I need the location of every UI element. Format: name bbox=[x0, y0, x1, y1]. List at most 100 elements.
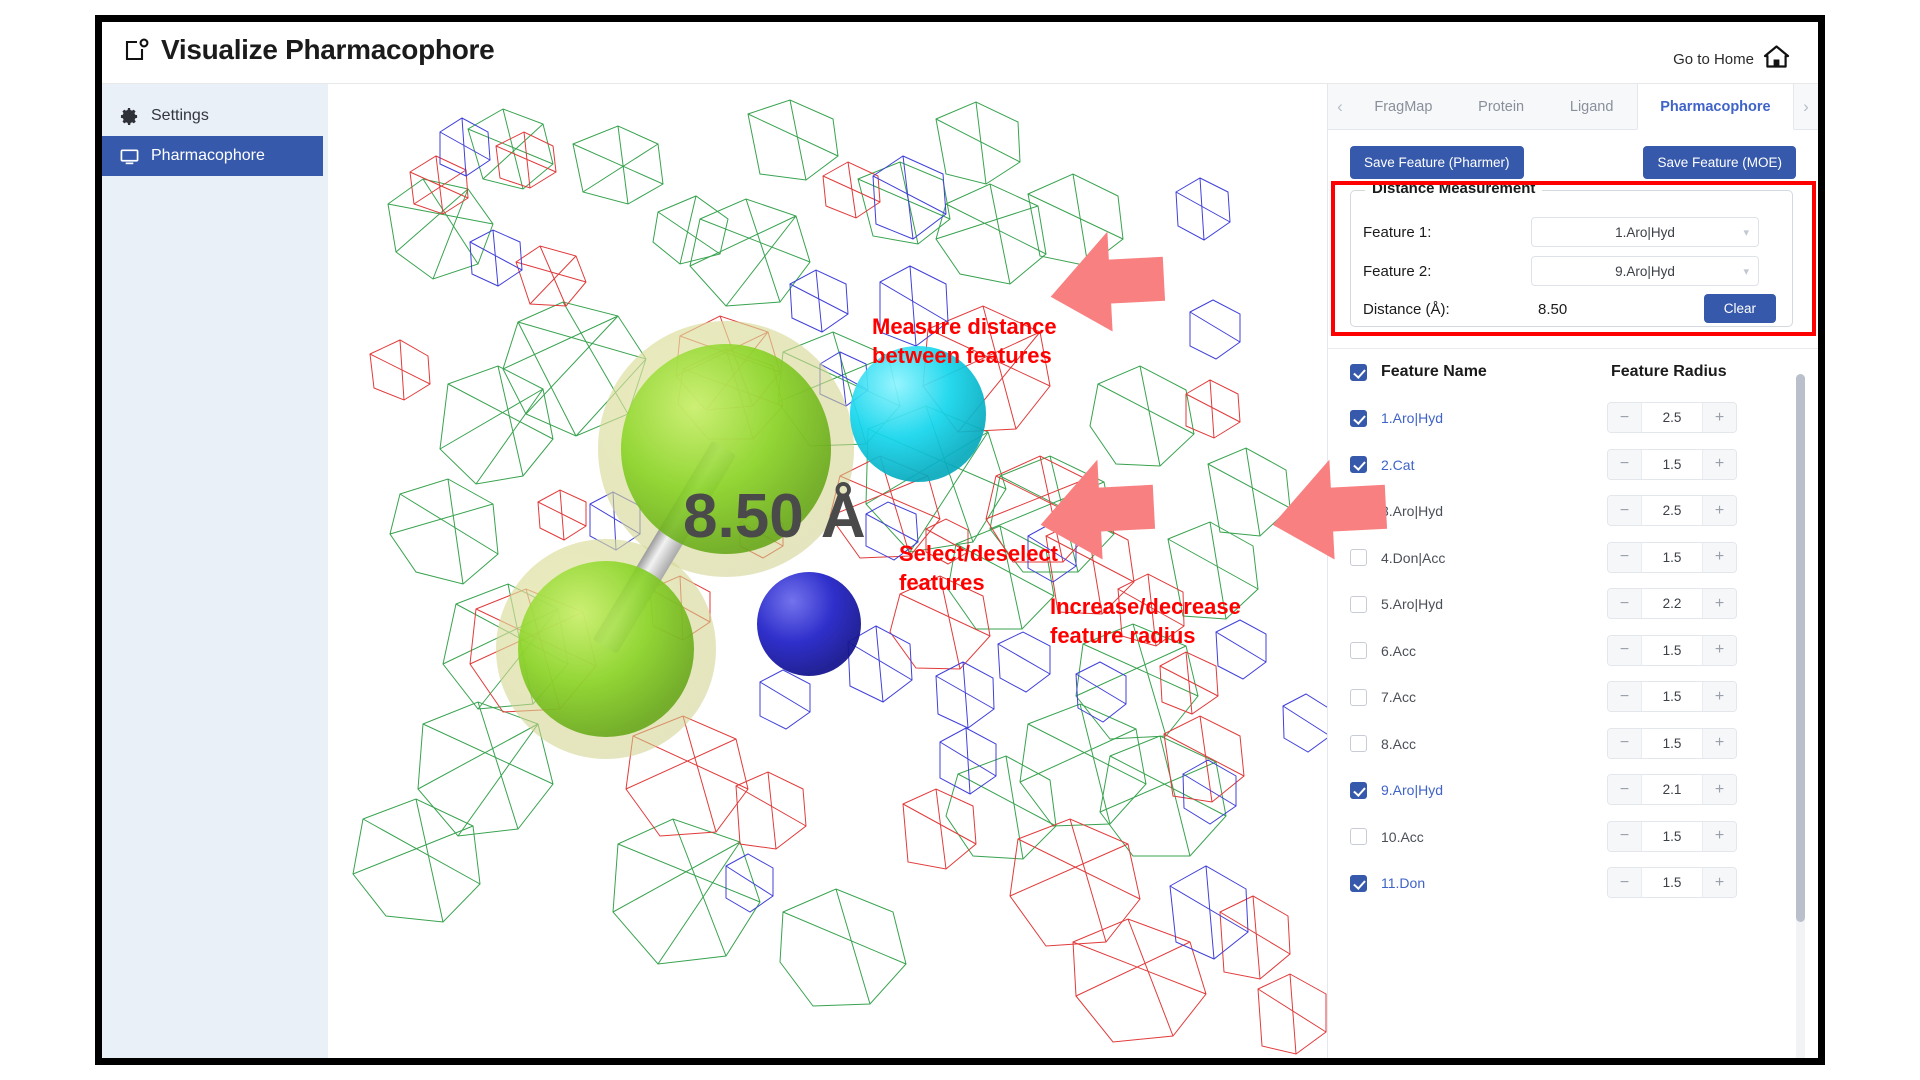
tab-ligand[interactable]: Ligand bbox=[1548, 84, 1637, 129]
save-feature-pharmer-button[interactable]: Save Feature (Pharmer) bbox=[1350, 146, 1524, 179]
feature2-value: 9.Aro|Hyd bbox=[1615, 263, 1675, 279]
radius-value[interactable]: 2.5 bbox=[1642, 403, 1702, 432]
feature-radius-stepper: −1.5 + bbox=[1607, 727, 1737, 759]
tab-fragmap[interactable]: FragMap bbox=[1352, 84, 1456, 129]
feature2-select[interactable]: 9.Aro|Hyd ▾ bbox=[1531, 256, 1759, 286]
radius-value[interactable]: 2.2 bbox=[1642, 589, 1702, 618]
radius-value[interactable]: 2.5 bbox=[1642, 496, 1702, 525]
go-to-home-label: Go to Home bbox=[1673, 50, 1754, 68]
save-buttons-row: Save Feature (Pharmer) Save Feature (MOE… bbox=[1328, 130, 1818, 187]
chevron-right-icon[interactable]: › bbox=[1794, 84, 1818, 129]
feature-row: 11.Don −1.5 + bbox=[1328, 860, 1818, 907]
radius-decrease-button[interactable]: − bbox=[1608, 496, 1642, 525]
radius-value[interactable]: 1.5 bbox=[1642, 542, 1702, 572]
radius-value[interactable]: 1.5 bbox=[1642, 868, 1702, 897]
feature1-select[interactable]: 1.Aro|Hyd ▾ bbox=[1531, 217, 1759, 247]
feature-checkbox[interactable] bbox=[1350, 874, 1367, 892]
radius-decrease-button[interactable]: − bbox=[1608, 542, 1642, 572]
radius-increase-button[interactable]: + bbox=[1702, 682, 1736, 711]
chevron-left-icon[interactable]: ‹ bbox=[1328, 84, 1352, 129]
radius-increase-button[interactable]: + bbox=[1702, 728, 1736, 758]
sidebar-item-settings-label: Settings bbox=[151, 107, 209, 124]
radius-increase-button[interactable]: + bbox=[1702, 449, 1736, 479]
feature-checkbox[interactable] bbox=[1350, 502, 1367, 520]
radius-decrease-button[interactable]: − bbox=[1608, 682, 1642, 711]
radius-increase-button[interactable]: + bbox=[1702, 589, 1736, 618]
sidebar-item-pharmacophore-label: Pharmacophore bbox=[151, 147, 265, 164]
feature-name-label: 3.Aro|Hyd bbox=[1381, 503, 1443, 520]
radius-increase-button[interactable]: + bbox=[1702, 821, 1736, 851]
feature-radius-stepper: −1.5 + bbox=[1607, 820, 1737, 852]
tab-protein[interactable]: Protein bbox=[1456, 84, 1548, 129]
feature1-row: Feature 1: 1.Aro|Hyd ▾ bbox=[1363, 217, 1780, 247]
distance-value-label: 8.50 Å bbox=[683, 482, 866, 551]
radius-value[interactable]: 1.5 bbox=[1642, 682, 1702, 711]
feature-checkbox[interactable] bbox=[1350, 735, 1367, 753]
feature2-label: Feature 2: bbox=[1363, 262, 1432, 280]
distance-label: Distance (Å): bbox=[1363, 300, 1450, 318]
save-feature-moe-button[interactable]: Save Feature (MOE) bbox=[1643, 146, 1796, 179]
feature-list-header: Feature Name Feature Radius bbox=[1328, 349, 1818, 395]
app-window: Visualize Pharmacophore Go to Home Setti… bbox=[95, 15, 1825, 1065]
feature-checkbox[interactable] bbox=[1350, 688, 1367, 706]
radius-value[interactable]: 2.1 bbox=[1642, 775, 1702, 804]
clear-button[interactable]: Clear bbox=[1703, 294, 1776, 323]
panel-scrollbar-thumb[interactable] bbox=[1796, 374, 1805, 922]
radius-decrease-button[interactable]: − bbox=[1608, 449, 1642, 479]
molecular-viewport[interactable]: 8.50 Å bbox=[327, 84, 1457, 1058]
feature-checkbox[interactable] bbox=[1350, 781, 1367, 799]
feature-rows-container: 1.Aro|Hyd −2.5 +2.Cat −1.5 +3.Aro|Hyd −2.5 +4.… bbox=[1328, 395, 1818, 907]
feature-radius-stepper: −1.5 + bbox=[1607, 681, 1737, 712]
feature-checkbox[interactable] bbox=[1350, 549, 1367, 567]
radius-value[interactable]: 1.5 bbox=[1642, 449, 1702, 479]
page-title: Visualize Pharmacophore bbox=[161, 34, 495, 65]
radius-value[interactable]: 1.5 bbox=[1642, 728, 1702, 758]
feature-name-label: 2.Cat bbox=[1381, 456, 1415, 473]
feature-checkbox[interactable] bbox=[1350, 456, 1367, 474]
feature-checkbox[interactable] bbox=[1350, 642, 1367, 660]
radius-decrease-button[interactable]: − bbox=[1608, 868, 1642, 897]
feature-radius-stepper: −1.5 + bbox=[1607, 867, 1737, 898]
feature-name-label: 6.Acc bbox=[1381, 642, 1417, 659]
radius-increase-button[interactable]: + bbox=[1702, 775, 1736, 804]
radius-value[interactable]: 1.5 bbox=[1642, 635, 1702, 665]
panel-scrollbar-track[interactable] bbox=[1796, 374, 1805, 1058]
radius-increase-button[interactable]: + bbox=[1702, 542, 1736, 572]
radius-decrease-button[interactable]: − bbox=[1608, 821, 1642, 851]
radius-decrease-button[interactable]: − bbox=[1608, 589, 1642, 618]
feature-row: 8.Acc −1.5 + bbox=[1328, 721, 1818, 768]
go-to-home-button[interactable]: Go to Home bbox=[1673, 44, 1790, 74]
feature-name-label: 10.Acc bbox=[1381, 828, 1424, 845]
feature-radius-stepper: −2.5 + bbox=[1607, 402, 1737, 433]
feature-checkbox[interactable] bbox=[1350, 828, 1367, 846]
distance-row: Distance (Å): 8.50 Clear bbox=[1363, 294, 1780, 324]
radius-decrease-button[interactable]: − bbox=[1608, 728, 1642, 758]
feature-checkbox[interactable] bbox=[1350, 409, 1367, 427]
sidebar-item-settings[interactable]: Settings bbox=[102, 96, 327, 136]
fragmap-scene: 8.50 Å bbox=[352, 99, 1331, 1055]
feature-row: 7.Acc −1.5 + bbox=[1328, 674, 1818, 721]
feature-row: 2.Cat −1.5 + bbox=[1328, 442, 1818, 489]
feature-checkbox[interactable] bbox=[1350, 595, 1367, 613]
feature-radius-stepper: −1.5 + bbox=[1607, 541, 1737, 573]
feature2-row: Feature 2: 9.Aro|Hyd ▾ bbox=[1363, 256, 1780, 286]
radius-decrease-button[interactable]: − bbox=[1608, 403, 1642, 432]
radius-increase-button[interactable]: + bbox=[1702, 403, 1736, 432]
select-all-checkbox[interactable] bbox=[1350, 363, 1367, 381]
radius-decrease-button[interactable]: − bbox=[1608, 775, 1642, 804]
screenshot-frame-icon bbox=[124, 37, 150, 63]
radius-increase-button[interactable]: + bbox=[1702, 496, 1736, 525]
radius-increase-button[interactable]: + bbox=[1702, 868, 1736, 897]
radius-value[interactable]: 1.5 bbox=[1642, 821, 1702, 851]
radius-decrease-button[interactable]: − bbox=[1608, 635, 1642, 665]
tab-pharmacophore[interactable]: Pharmacophore bbox=[1636, 84, 1794, 130]
donor-sphere-blue bbox=[757, 572, 861, 676]
feature-radius-stepper: −2.5 + bbox=[1607, 495, 1737, 526]
gear-icon bbox=[120, 107, 139, 126]
sidebar-item-pharmacophore[interactable]: Pharmacophore bbox=[102, 136, 323, 176]
app-header: Visualize Pharmacophore Go to Home bbox=[102, 22, 1818, 84]
column-feature-radius: Feature Radius bbox=[1611, 363, 1727, 380]
radius-increase-button[interactable]: + bbox=[1702, 635, 1736, 665]
feature-name-label: 9.Aro|Hyd bbox=[1381, 782, 1443, 799]
feature-name-label: 4.Don|Acc bbox=[1381, 549, 1446, 566]
